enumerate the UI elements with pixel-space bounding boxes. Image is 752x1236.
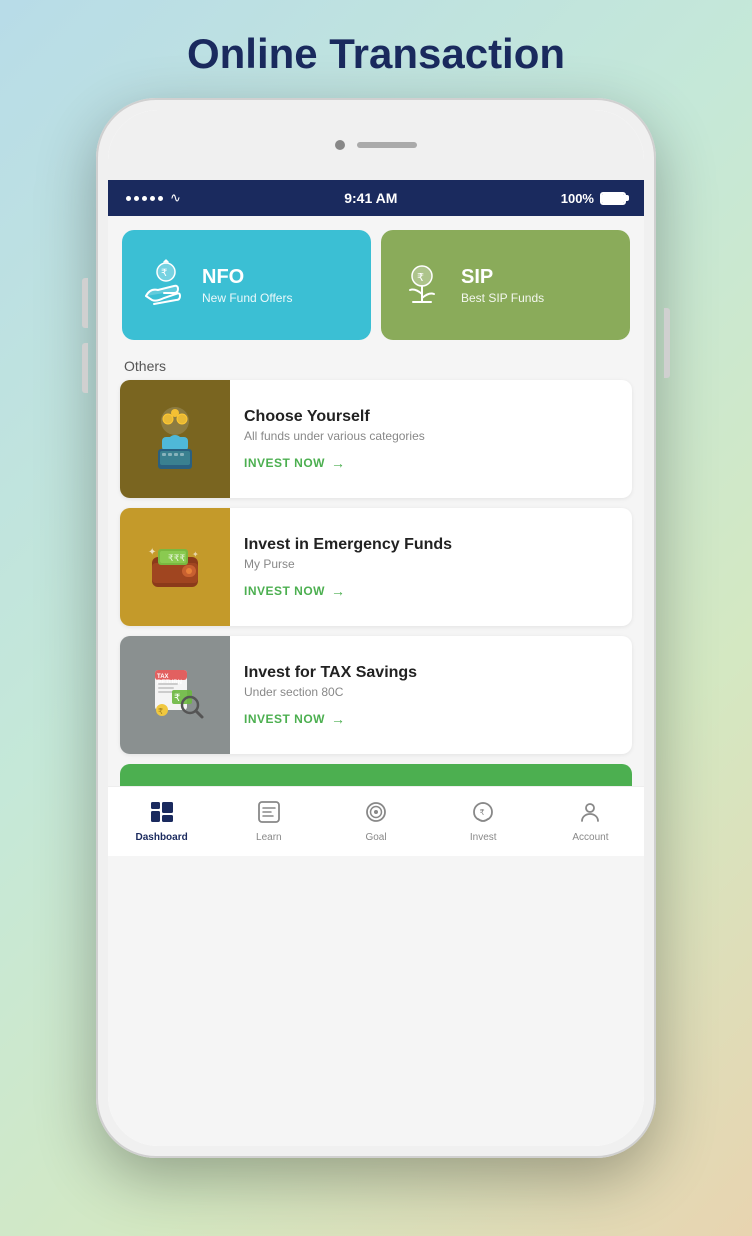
tax-savings-thumb: TAX RETURN ₹ ₹	[120, 636, 230, 754]
nfo-title: NFO	[202, 266, 292, 289]
nav-invest[interactable]: ₹ Invest	[430, 801, 537, 843]
emergency-funds-thumb: ₹₹₹ ✦ ✦	[120, 508, 230, 626]
power-button	[664, 308, 670, 378]
list-item-choose-yourself[interactable]: Choose Yourself All funds under various …	[120, 380, 632, 498]
emergency-invest-btn[interactable]: INVEST NOW →	[244, 583, 618, 599]
account-icon	[579, 801, 601, 829]
arrow-right-icon: →	[331, 455, 346, 471]
signal-dot-4	[150, 196, 155, 201]
nfo-card[interactable]: ₹ NFO New Fund Offers	[122, 230, 371, 340]
signal-area: ∿	[126, 190, 181, 206]
svg-text:₹: ₹	[161, 268, 167, 279]
nfo-subtitle: New Fund Offers	[202, 291, 292, 305]
nfo-icon: ₹	[136, 258, 190, 312]
choose-yourself-title: Choose Yourself	[244, 408, 618, 426]
sip-subtitle: Best SIP Funds	[461, 291, 544, 305]
emergency-funds-content: Invest in Emergency Funds My Purse INVES…	[230, 508, 632, 626]
volume-up-button	[82, 278, 88, 328]
wifi-icon: ∿	[170, 190, 181, 206]
nav-learn[interactable]: Learn	[215, 801, 322, 843]
choose-yourself-thumb	[120, 380, 230, 498]
battery-icon	[600, 192, 626, 205]
status-bar: ∿ 9:41 AM 100%	[108, 180, 644, 216]
tax-cta: INVEST NOW	[244, 712, 325, 726]
invest-label: Invest	[470, 832, 497, 843]
arrow-right-icon-2: →	[331, 583, 346, 599]
bottom-navigation: Dashboard Learn	[108, 786, 644, 856]
partial-bottom-card	[120, 764, 632, 786]
svg-text:₹: ₹	[480, 808, 485, 817]
tax-invest-btn[interactable]: INVEST NOW →	[244, 711, 618, 727]
svg-text:✦: ✦	[148, 547, 156, 558]
top-cards-row: ₹ NFO New Fund Offers	[108, 216, 644, 350]
nav-goal[interactable]: Goal	[322, 801, 429, 843]
nav-dashboard[interactable]: Dashboard	[108, 801, 215, 843]
list-item-tax-savings[interactable]: TAX RETURN ₹ ₹	[120, 636, 632, 754]
invest-icon: ₹	[472, 801, 494, 829]
signal-dot-3	[142, 196, 147, 201]
battery-percent: 100%	[561, 191, 594, 206]
learn-icon	[258, 801, 280, 829]
others-label: Others	[108, 350, 644, 380]
svg-text:✦: ✦	[192, 550, 199, 559]
sip-icon: ₹	[395, 258, 449, 312]
emergency-funds-title: Invest in Emergency Funds	[244, 536, 618, 554]
signal-dot-5	[158, 196, 163, 201]
choose-yourself-cta: INVEST NOW	[244, 456, 325, 470]
tax-savings-content: Invest for TAX Savings Under section 80C…	[230, 636, 632, 754]
emergency-funds-subtitle: My Purse	[244, 557, 618, 571]
learn-label: Learn	[256, 832, 282, 843]
arrow-right-icon-3: →	[331, 711, 346, 727]
choose-yourself-subtitle: All funds under various categories	[244, 429, 618, 443]
svg-text:₹: ₹	[174, 693, 180, 704]
speaker	[357, 142, 417, 148]
tax-savings-subtitle: Under section 80C	[244, 685, 618, 699]
volume-down-button	[82, 343, 88, 393]
app-content: ₹ NFO New Fund Offers	[108, 216, 644, 1146]
battery-fill	[602, 194, 624, 203]
svg-text:₹: ₹	[158, 707, 163, 716]
emergency-cta: INVEST NOW	[244, 584, 325, 598]
front-camera	[335, 140, 345, 150]
phone-bezel	[108, 110, 644, 180]
svg-text:₹₹₹: ₹₹₹	[168, 553, 185, 563]
goal-label: Goal	[365, 832, 386, 843]
account-label: Account	[572, 832, 608, 843]
battery-area: 100%	[561, 191, 626, 206]
dashboard-label: Dashboard	[135, 832, 187, 843]
goal-icon	[365, 801, 387, 829]
sip-card[interactable]: ₹ SIP Best SIP Funds	[381, 230, 630, 340]
choose-yourself-invest-btn[interactable]: INVEST NOW →	[244, 455, 618, 471]
list-item-emergency-funds[interactable]: ₹₹₹ ✦ ✦ Invest in Emergency Funds My Pur…	[120, 508, 632, 626]
phone-mockup: ∿ 9:41 AM 100% ₹	[96, 98, 656, 1158]
tax-savings-title: Invest for TAX Savings	[244, 664, 618, 682]
status-time: 9:41 AM	[344, 190, 397, 206]
signal-dot-1	[126, 196, 131, 201]
nfo-text: NFO New Fund Offers	[202, 266, 292, 305]
page-title: Online Transaction	[187, 30, 565, 78]
signal-dot-2	[134, 196, 139, 201]
choose-yourself-content: Choose Yourself All funds under various …	[230, 380, 632, 498]
phone-screen: ∿ 9:41 AM 100% ₹	[108, 110, 644, 1146]
nav-account[interactable]: Account	[537, 801, 644, 843]
sip-title: SIP	[461, 266, 544, 289]
svg-text:₹: ₹	[417, 272, 424, 284]
dashboard-icon	[150, 801, 174, 829]
sip-text: SIP Best SIP Funds	[461, 266, 544, 305]
